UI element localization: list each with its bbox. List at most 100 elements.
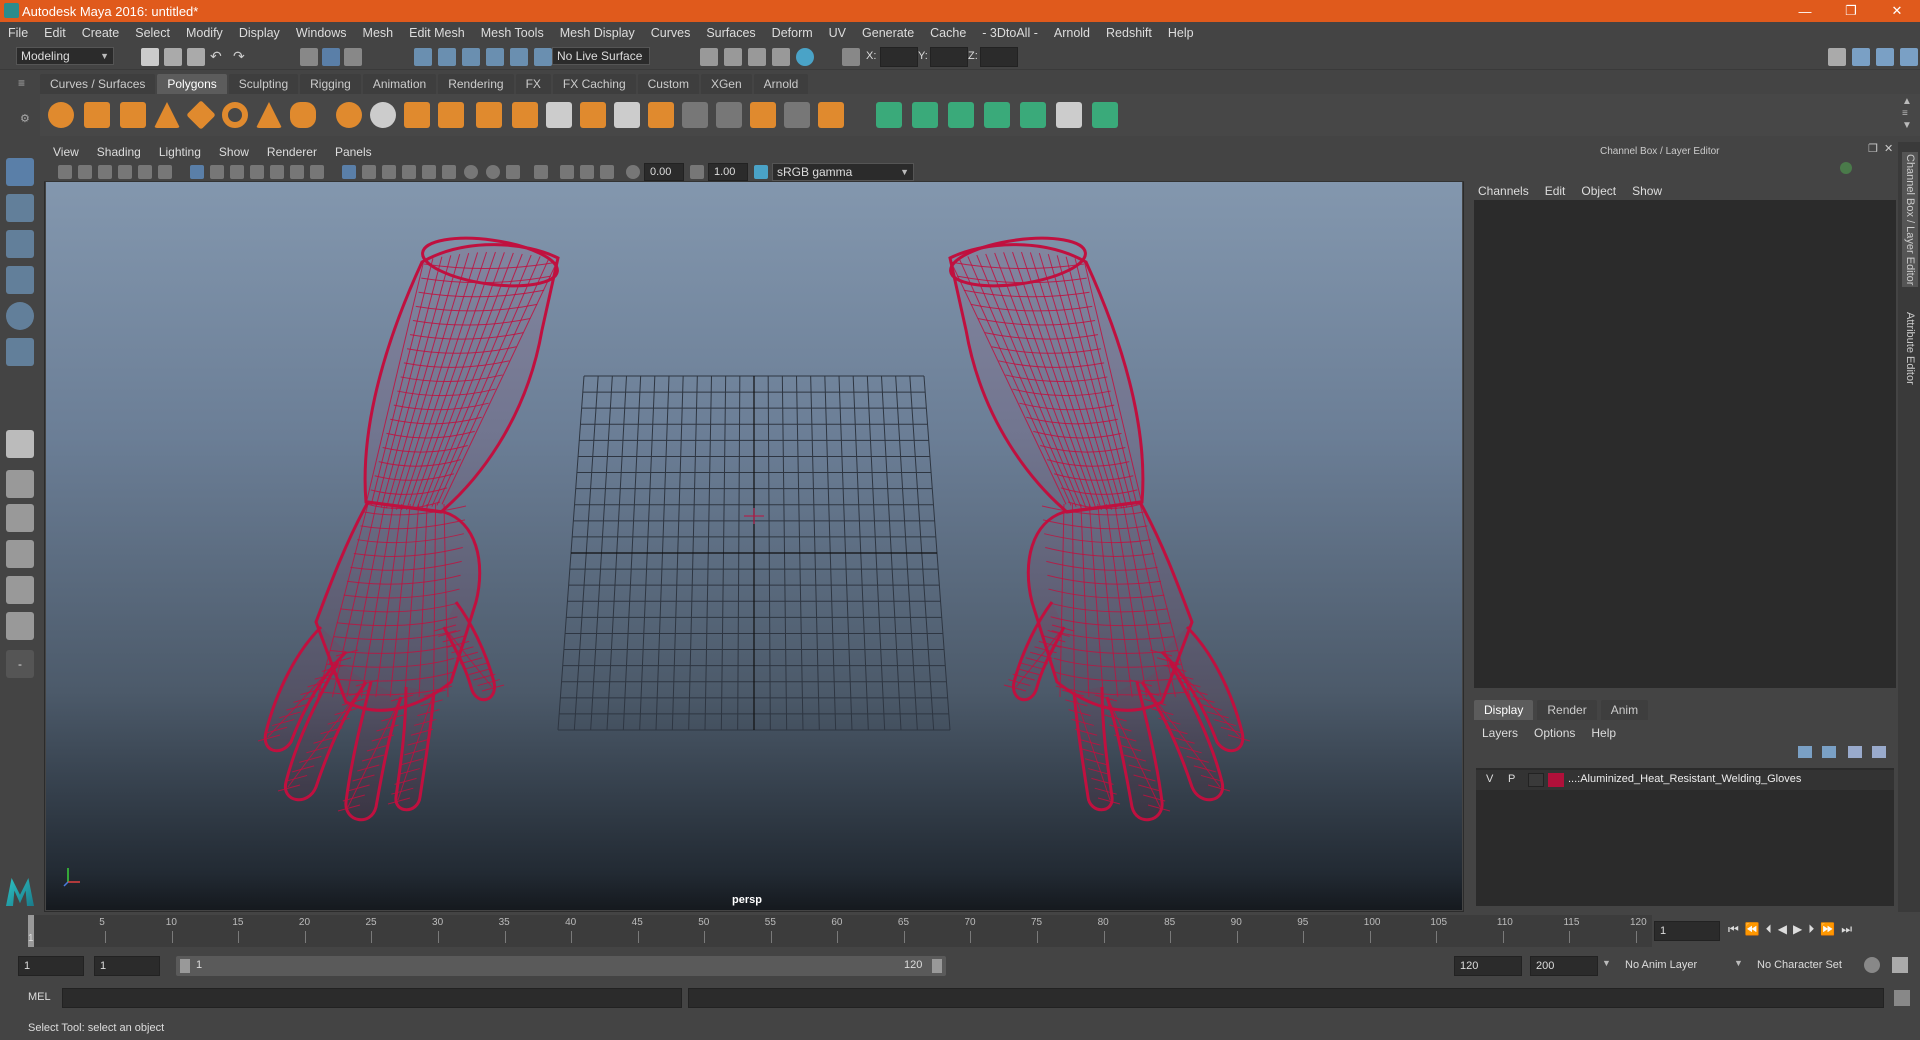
viewport-menu-shading[interactable]: Shading bbox=[88, 145, 150, 159]
layer-name[interactable]: ...:Aluminized_Heat_Resistant_Welding_Gl… bbox=[1568, 773, 1801, 785]
tab-render[interactable]: Render bbox=[1537, 700, 1597, 720]
image-plane-icon[interactable] bbox=[118, 165, 132, 179]
color-space-dropdown[interactable]: sRGB gamma ▼ bbox=[772, 163, 914, 181]
side-tab-channel-box[interactable]: Channel Box / Layer Editor bbox=[1902, 152, 1918, 288]
extrude-icon[interactable] bbox=[512, 102, 538, 128]
viewport-menu-show[interactable]: Show bbox=[210, 145, 258, 159]
shadows-icon[interactable] bbox=[442, 165, 456, 179]
toggle-outliner-icon[interactable] bbox=[1828, 48, 1846, 66]
menu-edit-mesh[interactable]: Edit Mesh bbox=[401, 26, 473, 40]
menu-uv[interactable]: UV bbox=[821, 26, 854, 40]
toggle-attribute-icon[interactable] bbox=[1852, 48, 1870, 66]
menu-create[interactable]: Create bbox=[74, 26, 128, 40]
camera-select-icon[interactable] bbox=[58, 165, 72, 179]
viewport-menu-panels[interactable]: Panels bbox=[326, 145, 381, 159]
tab-animation[interactable]: Animation bbox=[362, 74, 437, 94]
save-scene-icon[interactable] bbox=[187, 48, 205, 66]
poly-cube-icon[interactable] bbox=[84, 102, 110, 128]
new-empty-layer-icon[interactable] bbox=[1848, 746, 1862, 758]
exposure-input[interactable]: 0.00 bbox=[644, 163, 684, 181]
symmetry-icon[interactable] bbox=[1092, 102, 1118, 128]
undo-icon[interactable]: ↶ bbox=[210, 48, 228, 66]
paint-select-icon[interactable] bbox=[6, 230, 34, 258]
menu-file[interactable]: File bbox=[0, 26, 36, 40]
unfold-uv-icon[interactable] bbox=[948, 102, 974, 128]
channel-options-icon[interactable] bbox=[1840, 162, 1852, 174]
grid-toggle-icon[interactable] bbox=[190, 165, 204, 179]
edit-menu[interactable]: Edit bbox=[1545, 184, 1566, 198]
xray-icon[interactable] bbox=[560, 165, 574, 179]
ambient-occlusion-icon[interactable] bbox=[464, 165, 478, 179]
viewport-menu-renderer[interactable]: Renderer bbox=[258, 145, 326, 159]
menu-arnold[interactable]: Arnold bbox=[1046, 26, 1098, 40]
select-tool-icon[interactable] bbox=[6, 158, 34, 186]
playback-start-field[interactable]: 1 bbox=[94, 956, 160, 976]
move-tool-icon[interactable] bbox=[6, 266, 34, 294]
tab-rendering[interactable]: Rendering bbox=[438, 74, 514, 94]
range-slider-right-handle[interactable] bbox=[932, 959, 942, 973]
character-set-dropdown[interactable]: No Character Set bbox=[1752, 956, 1868, 976]
twod-pan-zoom-icon[interactable] bbox=[138, 165, 152, 179]
move-layer-up-icon[interactable] bbox=[1798, 746, 1812, 758]
toggle-channelbox-icon[interactable] bbox=[1900, 48, 1918, 66]
snap-vertex-icon[interactable] bbox=[534, 48, 552, 66]
auto-key-icon[interactable] bbox=[1864, 957, 1880, 973]
combine-icon[interactable] bbox=[336, 102, 362, 128]
scale-tool-icon[interactable] bbox=[6, 338, 34, 366]
menu-3dtoall[interactable]: - 3DtoAll - bbox=[974, 26, 1046, 40]
step-back-key-icon[interactable]: ⏪ bbox=[1745, 922, 1760, 937]
new-layer-selected-icon[interactable] bbox=[1872, 746, 1886, 758]
quad-draw-icon[interactable] bbox=[750, 102, 776, 128]
tab-xgen[interactable]: XGen bbox=[700, 74, 752, 94]
menu-mesh-display[interactable]: Mesh Display bbox=[552, 26, 643, 40]
poly-torus-icon[interactable] bbox=[222, 102, 248, 128]
menu-redshift[interactable]: Redshift bbox=[1098, 26, 1160, 40]
select-object-icon[interactable] bbox=[322, 48, 340, 66]
poly-pyramid-icon[interactable] bbox=[256, 102, 282, 128]
use-all-lights-icon[interactable] bbox=[422, 165, 436, 179]
menu-modify[interactable]: Modify bbox=[178, 26, 231, 40]
four-view-layout-icon[interactable] bbox=[6, 470, 34, 498]
tab-arnold[interactable]: Arnold bbox=[753, 74, 809, 94]
layout-uv-icon[interactable] bbox=[984, 102, 1010, 128]
poly-pipe-icon[interactable] bbox=[290, 102, 316, 128]
color-management-icon[interactable] bbox=[754, 165, 768, 179]
exposure-icon[interactable] bbox=[626, 165, 640, 179]
menu-mesh[interactable]: Mesh bbox=[355, 26, 402, 40]
input-box-icon[interactable] bbox=[842, 48, 860, 66]
xray-joints-icon[interactable] bbox=[580, 165, 594, 179]
bookmark-icon[interactable] bbox=[98, 165, 112, 179]
smooth-icon[interactable] bbox=[438, 102, 464, 128]
checker-icon[interactable] bbox=[1056, 102, 1082, 128]
menu-display[interactable]: Display bbox=[231, 26, 288, 40]
poly-cone-icon[interactable] bbox=[154, 102, 180, 128]
separate-icon[interactable] bbox=[370, 102, 396, 128]
anim-layer-dropdown[interactable]: No Anim Layer bbox=[1620, 956, 1736, 976]
layer-color-swatch[interactable] bbox=[1548, 773, 1564, 787]
animation-start-field[interactable]: 1 bbox=[18, 956, 84, 976]
go-to-start-icon[interactable]: ⏮ bbox=[1728, 922, 1739, 937]
tab-sculpting[interactable]: Sculpting bbox=[228, 74, 299, 94]
toggle-toolsettings-icon[interactable] bbox=[1876, 48, 1894, 66]
mode-dropdown[interactable]: Modeling ▼ bbox=[16, 47, 114, 65]
menu-windows[interactable]: Windows bbox=[288, 26, 355, 40]
help-menu[interactable]: Help bbox=[1591, 726, 1616, 740]
ipr-render-icon[interactable] bbox=[748, 48, 766, 66]
move-layer-down-icon[interactable] bbox=[1822, 746, 1836, 758]
script-editor-icon[interactable] bbox=[1894, 990, 1910, 1006]
render-view-icon[interactable] bbox=[700, 48, 718, 66]
step-forward-frame-icon[interactable]: ⏵ bbox=[1808, 922, 1814, 937]
layer-visibility-toggle[interactable]: V bbox=[1486, 773, 1493, 785]
hypershade-layout-icon[interactable] bbox=[6, 576, 34, 604]
outliner-layout-icon[interactable] bbox=[6, 612, 34, 640]
safe-title-icon[interactable] bbox=[310, 165, 324, 179]
menu-edit[interactable]: Edit bbox=[36, 26, 74, 40]
menu-select[interactable]: Select bbox=[127, 26, 178, 40]
sew-uv-icon[interactable] bbox=[912, 102, 938, 128]
field-chart-icon[interactable] bbox=[270, 165, 284, 179]
select-hierarchy-icon[interactable] bbox=[300, 48, 318, 66]
lasso-tool-icon[interactable] bbox=[6, 194, 34, 222]
film-gate-icon[interactable] bbox=[210, 165, 224, 179]
render-frame-icon[interactable] bbox=[724, 48, 742, 66]
layer-row[interactable]: V P ...:Aluminized_Heat_Resistant_Weldin… bbox=[1476, 770, 1894, 790]
